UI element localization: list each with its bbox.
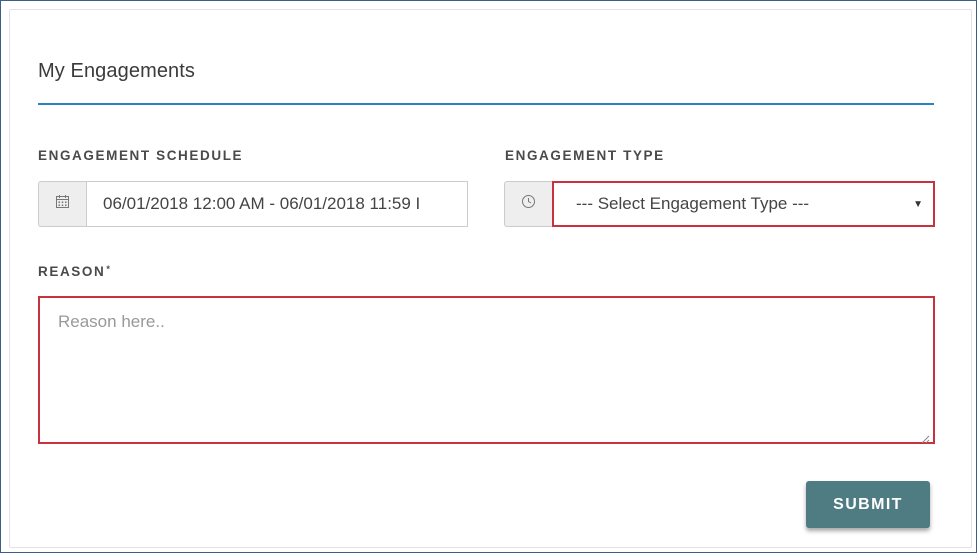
section-title: My Engagements: [38, 60, 196, 82]
chevron-down-icon: ▼: [913, 198, 923, 210]
engagements-panel: [9, 9, 972, 548]
required-marker: *: [106, 264, 112, 274]
submit-button[interactable]: SUBMIT: [806, 481, 930, 528]
engagement-type-select[interactable]: --- Select Engagement Type --- ▼: [552, 181, 935, 227]
reason-placeholder: Reason here..: [58, 312, 165, 331]
resize-grip-icon[interactable]: [920, 429, 930, 444]
engagement-type-selected-value: --- Select Engagement Type ---: [576, 194, 810, 213]
reason-textarea[interactable]: Reason here..: [38, 296, 935, 444]
schedule-date-range-input[interactable]: 06/01/2018 12:00 AM - 06/01/2018 11:59 I: [86, 181, 468, 227]
clock-icon: [521, 194, 536, 214]
schedule-input-group: 06/01/2018 12:00 AM - 06/01/2018 11:59 I: [38, 181, 468, 227]
engagement-type-label: ENGAGEMENT TYPE: [505, 148, 665, 163]
schedule-label: ENGAGEMENT SCHEDULE: [38, 148, 244, 163]
title-divider: [38, 103, 934, 105]
schedule-addon[interactable]: [38, 181, 86, 227]
calendar-icon: [55, 194, 70, 214]
reason-label: REASON*: [38, 264, 111, 279]
engagement-type-addon[interactable]: [504, 181, 552, 227]
reason-label-text: REASON: [38, 264, 106, 279]
engagement-type-input-group: --- Select Engagement Type --- ▼: [504, 181, 935, 227]
